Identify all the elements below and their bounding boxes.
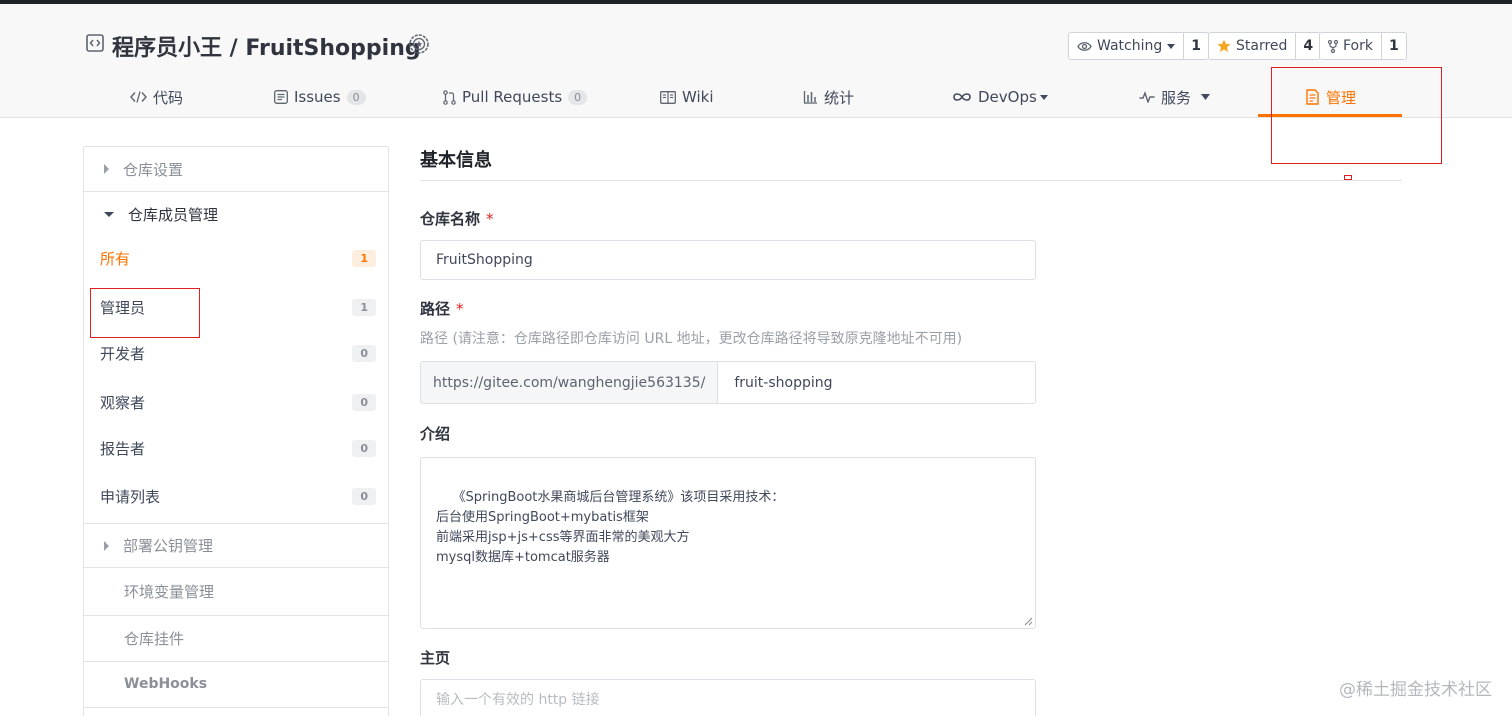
repo-name-input[interactable]: FruitShopping: [420, 240, 1036, 280]
member-count-badge: 0: [352, 439, 376, 457]
repo-code-icon: [86, 34, 104, 52]
tab-wiki[interactable]: Wiki: [660, 76, 714, 118]
issues-icon: [274, 90, 288, 104]
sidebar-item-label: 报告者: [100, 439, 146, 458]
infinity-icon: [953, 93, 971, 101]
tab-issues-label: Issues: [294, 88, 341, 106]
sidebar-item-label: 部署公钥管理: [123, 537, 214, 555]
caret-down-icon: [1039, 94, 1048, 100]
tab-issues[interactable]: Issues 0: [274, 76, 366, 118]
section-title: 基本信息: [420, 150, 492, 171]
tab-pull-requests-count: 0: [568, 89, 588, 105]
member-count-badge: 1: [352, 298, 376, 316]
member-count-badge: 0: [352, 487, 376, 505]
fork-button-group[interactable]: Fork 1: [1319, 32, 1407, 60]
intro-textarea[interactable]: 《SpringBoot水果商城后台管理系统》该项目采用技术： 后台使用Sprin…: [420, 457, 1036, 629]
star-button-group[interactable]: Starred 4: [1208, 32, 1322, 60]
sidebar-item-env-vars[interactable]: 环境变量管理: [84, 569, 388, 614]
repo-path-label: 路径 *: [420, 298, 464, 319]
tab-pull-requests-label: Pull Requests: [462, 88, 563, 106]
member-count-badge: 1: [352, 249, 376, 267]
sidebar-item-reporters[interactable]: 报告者 0: [84, 425, 388, 471]
sidebar-item-applications[interactable]: 申请列表 0: [84, 473, 388, 519]
activity-pulse-icon: [1139, 91, 1155, 103]
tab-issues-count: 0: [346, 89, 366, 105]
tab-services[interactable]: 服务: [1139, 76, 1211, 118]
intro-label: 介绍: [420, 425, 451, 443]
tab-wiki-label: Wiki: [682, 88, 714, 106]
sidebar-item-label: 观察者: [100, 393, 146, 412]
tab-code[interactable]: 代码: [130, 76, 183, 118]
sidebar-item-label: 仓库设置: [123, 160, 184, 179]
sidebar-item-label: 环境变量管理: [124, 583, 215, 601]
tab-stats-label: 统计: [824, 88, 855, 107]
annotation-box-manage: [1271, 67, 1442, 164]
sidebar-item-observers[interactable]: 观察者 0: [84, 379, 388, 425]
caret-down-icon: [1201, 94, 1211, 100]
annotation-marker-small: [1344, 175, 1352, 180]
member-count-badge: 0: [352, 393, 376, 411]
repo-path-prefix: https://gitee.com/wanghengjie563135/: [421, 362, 719, 403]
watch-button[interactable]: Watching: [1069, 33, 1185, 59]
watch-button-group[interactable]: Watching 1: [1068, 32, 1209, 60]
sidebar-item-all-members[interactable]: 所有 1: [84, 235, 388, 281]
intro-text: 《SpringBoot水果商城后台管理系统》该项目采用技术： 后台使用Sprin…: [436, 490, 785, 565]
award-badge-icon[interactable]: [408, 33, 430, 55]
bar-chart-icon: [803, 91, 817, 104]
member-count-badge: 0: [352, 344, 376, 362]
sidebar-item-webhooks[interactable]: WebHooks: [84, 661, 388, 706]
pull-request-icon: [443, 89, 456, 105]
sidebar-item-label: 仓库挂件: [124, 629, 185, 648]
repo-name-label-text: 仓库名称: [420, 210, 481, 228]
caret-right-icon: [104, 164, 109, 174]
star-count[interactable]: 4: [1296, 33, 1320, 59]
sidebar-item-repo-settings[interactable]: 仓库设置: [84, 147, 388, 192]
section-divider: [420, 180, 1402, 181]
watch-count[interactable]: 1: [1184, 33, 1208, 59]
star-button[interactable]: Starred: [1209, 33, 1297, 59]
sidebar-item-members[interactable]: 仓库成员管理: [84, 192, 388, 237]
resize-handle-icon[interactable]: [1023, 616, 1033, 626]
fork-count[interactable]: 1: [1382, 33, 1406, 59]
caret-right-icon: [104, 540, 109, 551]
sidebar-item-label: 仓库成员管理: [128, 206, 219, 224]
sidebar-item-widgets[interactable]: 仓库挂件: [84, 615, 388, 660]
sidebar-item-label: 所有: [100, 249, 131, 268]
tab-devops-label: DevOps: [978, 88, 1037, 106]
sidebar-item-label: 申请列表: [100, 487, 161, 506]
eye-icon: [1077, 41, 1092, 51]
sidebar-item-deploy-keys[interactable]: 部署公钥管理: [84, 523, 388, 568]
sidebar-divider: [84, 707, 388, 708]
required-asterisk: *: [456, 300, 464, 318]
tab-code-label: 代码: [153, 88, 184, 107]
annotation-box-admins: [90, 288, 200, 338]
fork-label: Fork: [1343, 38, 1373, 54]
repo-path-hint: 路径 (请注意：仓库路径即仓库访问 URL 地址，更改仓库路径将导致原克隆地址不…: [420, 331, 963, 347]
required-asterisk: *: [486, 210, 494, 228]
repo-path-input[interactable]: fruit-shopping: [718, 362, 1035, 403]
sidebar-item-label: 开发者: [100, 344, 146, 363]
tab-devops[interactable]: DevOps: [952, 76, 1048, 118]
repo-title[interactable]: 程序员小王 / FruitShopping: [112, 30, 421, 62]
sidebar-item-label: WebHooks: [124, 676, 208, 692]
tab-pull-requests[interactable]: Pull Requests 0: [443, 76, 588, 118]
homepage-label: 主页: [420, 649, 451, 667]
star-label: Starred: [1236, 38, 1288, 54]
book-icon: [660, 90, 676, 104]
settings-sidebar: 仓库设置 仓库成员管理 所有 1 管理员 1 开发者 0 观察者 0 报告者 0…: [83, 146, 389, 716]
fork-icon: [1328, 39, 1338, 53]
star-icon: [1217, 39, 1231, 52]
caret-down-icon: [104, 212, 114, 217]
fork-button[interactable]: Fork: [1320, 33, 1382, 59]
watch-label: Watching: [1097, 38, 1163, 54]
repo-path-input-group: https://gitee.com/wanghengjie563135/ fru…: [420, 361, 1036, 404]
repo-path-label-text: 路径: [420, 300, 451, 318]
tab-stats[interactable]: 统计: [803, 76, 854, 118]
tab-services-label: 服务: [1161, 88, 1192, 107]
caret-down-icon: [1167, 43, 1176, 49]
repo-name-label: 仓库名称 *: [420, 208, 494, 229]
code-icon: [130, 91, 147, 103]
homepage-input[interactable]: 输入一个有效的 http 链接: [420, 679, 1036, 716]
watermark: @稀土掘金技术社区: [1339, 680, 1492, 700]
